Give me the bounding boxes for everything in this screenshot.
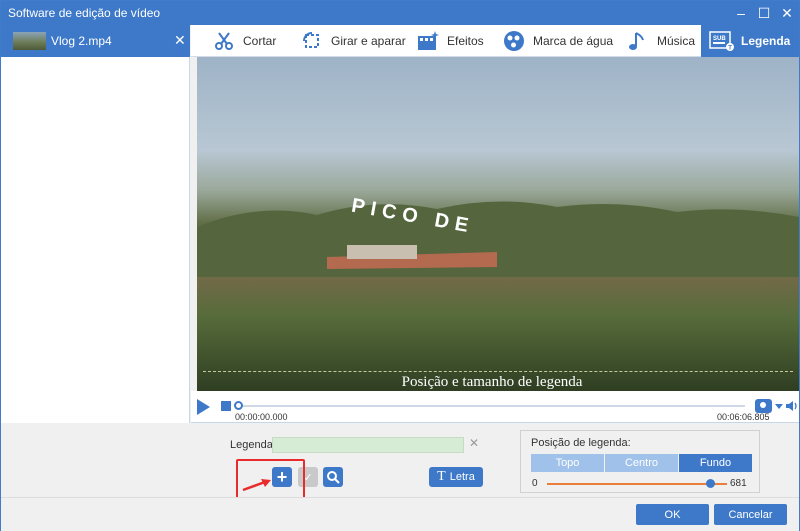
tab-efeitos[interactable]: Efeitos xyxy=(415,25,484,57)
subtitle-icon: SUB T xyxy=(709,29,735,53)
position-title: Posição de legenda: xyxy=(531,437,631,449)
tab-cortar[interactable]: Cortar xyxy=(211,25,276,57)
position-slider-track[interactable] xyxy=(547,483,727,485)
subtitle-file-input[interactable] xyxy=(272,437,464,453)
effects-icon xyxy=(415,29,441,53)
tab-legenda[interactable]: SUB T Legenda xyxy=(701,25,799,57)
position-slider-max: 681 xyxy=(730,478,747,489)
position-slider-handle[interactable] xyxy=(706,479,715,488)
tab-musica[interactable]: Música xyxy=(625,25,695,57)
tab-label: Cortar xyxy=(243,34,277,48)
close-icon[interactable]: ✕ xyxy=(777,3,797,23)
rotate-crop-icon xyxy=(299,29,325,53)
tab-label: Música xyxy=(657,34,696,48)
svg-text:SUB: SUB xyxy=(713,36,726,42)
file-name: Vlog 2.mp4 xyxy=(51,34,112,48)
search-subtitle-button[interactable] xyxy=(323,467,343,487)
subtitle-position-panel: Posição de legenda: Topo Centro Fundo 0 … xyxy=(520,430,760,493)
timeline-handle[interactable] xyxy=(234,401,243,410)
clear-subtitle-icon[interactable]: ✕ xyxy=(469,436,479,450)
video-preview: PICO DE Posição e tamanho de legenda xyxy=(197,57,799,391)
file-list-panel: Vlog 2.mp4 ✕ xyxy=(1,25,190,423)
cancel-button[interactable]: Cancelar xyxy=(714,504,787,525)
subtitle-field-label: Legenda: xyxy=(230,439,276,451)
music-icon xyxy=(625,29,651,53)
svg-text:T: T xyxy=(728,46,732,52)
tab-label: Girar e aparar xyxy=(331,34,406,48)
ok-button[interactable]: OK xyxy=(636,504,709,525)
volume-icon[interactable] xyxy=(785,399,799,416)
subtitle-preview-text[interactable]: Posição e tamanho de legenda xyxy=(197,374,787,391)
player-controls: 00:00:00.000 00:06:06.805 xyxy=(191,391,799,423)
text-icon: T xyxy=(437,469,446,484)
watermark-icon xyxy=(501,29,527,53)
search-icon xyxy=(327,471,340,484)
stop-icon[interactable] xyxy=(221,401,231,411)
current-time: 00:00:00.000 xyxy=(235,412,288,422)
tab-marca-de-agua[interactable]: Marca de água xyxy=(501,25,613,57)
minimize-icon[interactable]: – xyxy=(731,3,751,23)
position-slider-min: 0 xyxy=(532,478,538,489)
timeline-track[interactable] xyxy=(237,405,745,407)
window-title: Software de edição de vídeo xyxy=(8,6,161,20)
tab-label: Legenda xyxy=(741,34,791,48)
total-duration: 00:06:06.805 xyxy=(717,412,770,422)
scissors-icon xyxy=(211,29,237,53)
editor-window: Software de edição de vídeo – ☐ ✕ Vlog 2… xyxy=(0,0,800,531)
remove-file-icon[interactable]: ✕ xyxy=(174,32,186,49)
position-center-button[interactable]: Centro xyxy=(605,454,678,472)
chevron-down-icon[interactable] xyxy=(775,404,783,409)
pointer-arrow-icon xyxy=(241,477,275,496)
tab-label: Marca de água xyxy=(533,34,614,48)
edit-tabs: Cortar Girar e aparar Efeitos Marca de á… xyxy=(191,25,799,57)
maximize-icon[interactable]: ☐ xyxy=(754,3,774,23)
video-thumbnail xyxy=(13,32,46,50)
position-top-button[interactable]: Topo xyxy=(531,454,604,472)
title-bar: Software de edição de vídeo – ☐ ✕ xyxy=(1,1,799,25)
font-button[interactable]: T Letra xyxy=(429,467,483,487)
tab-label: Efeitos xyxy=(447,34,484,48)
position-bottom-button[interactable]: Fundo xyxy=(679,454,752,472)
subtitle-bounding-line xyxy=(203,371,793,372)
file-list-item[interactable]: Vlog 2.mp4 ✕ xyxy=(1,25,190,57)
snapshot-camera-icon[interactable] xyxy=(755,399,772,413)
font-button-label: Letra xyxy=(449,471,475,483)
tab-girar-e-aparar[interactable]: Girar e aparar xyxy=(299,25,406,57)
play-icon[interactable] xyxy=(197,399,210,415)
